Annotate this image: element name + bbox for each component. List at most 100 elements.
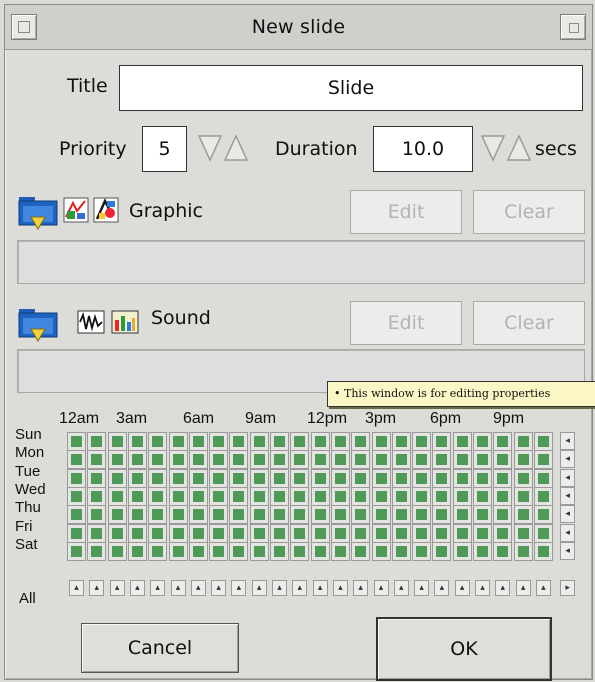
select-column-arrow-icon[interactable]: ▴ [69, 580, 84, 597]
schedule-cell[interactable] [127, 450, 147, 470]
select-row-arrow-icon[interactable]: ◂ [560, 486, 576, 505]
schedule-cell[interactable] [87, 450, 107, 470]
schedule-cell[interactable] [229, 541, 249, 561]
schedule-cell[interactable] [107, 432, 127, 451]
schedule-cell[interactable] [493, 523, 513, 543]
select-row-arrow-icon[interactable]: ◂ [560, 432, 576, 450]
schedule-cell[interactable] [310, 523, 330, 543]
schedule-cell[interactable] [513, 450, 533, 470]
select-column-arrow-icon[interactable]: ▴ [272, 580, 287, 597]
schedule-cell[interactable] [209, 505, 229, 525]
schedule-cell[interactable] [412, 523, 432, 543]
schedule-cell[interactable] [310, 450, 330, 470]
schedule-cell[interactable] [249, 468, 269, 488]
select-column-arrow-icon[interactable]: ▴ [393, 580, 409, 597]
schedule-cell[interactable] [168, 486, 188, 506]
title-bar[interactable]: New slide [5, 5, 592, 50]
graphic-edit-button[interactable]: Edit [350, 190, 462, 234]
schedule-cell[interactable] [473, 486, 492, 506]
schedule-cell[interactable] [107, 505, 127, 525]
schedule-cell[interactable] [249, 505, 269, 525]
select-column-arrow-icon[interactable]: ▴ [231, 580, 247, 597]
schedule-cell[interactable] [432, 523, 452, 543]
schedule-cell[interactable] [127, 523, 147, 543]
schedule-cell[interactable] [67, 541, 86, 561]
select-column-arrow-icon[interactable]: ▴ [515, 580, 531, 597]
select-column-arrow-icon[interactable]: ▴ [434, 580, 450, 597]
schedule-cell[interactable] [270, 432, 289, 451]
schedule-cell[interactable] [351, 450, 371, 470]
schedule-cell[interactable] [330, 523, 350, 543]
schedule-cell[interactable] [432, 505, 452, 525]
music-score-icon[interactable] [111, 310, 139, 334]
schedule-cell[interactable] [67, 432, 86, 451]
schedule-cell[interactable] [432, 541, 452, 561]
select-row-arrow-icon[interactable]: ◂ [560, 541, 576, 560]
schedule-cell[interactable] [290, 523, 310, 543]
schedule-cell[interactable] [249, 432, 269, 451]
select-column-arrow-icon[interactable]: ▴ [89, 580, 105, 597]
schedule-cell[interactable] [432, 450, 452, 470]
schedule-cell[interactable] [87, 468, 107, 488]
schedule-cell[interactable] [473, 432, 492, 451]
schedule-cell[interactable] [310, 432, 330, 451]
schedule-cell[interactable] [391, 450, 411, 470]
schedule-cell[interactable] [249, 541, 269, 561]
schedule-cell[interactable] [452, 486, 472, 506]
select-column-arrow-icon[interactable]: ▴ [373, 580, 389, 597]
ok-button[interactable]: OK [376, 617, 552, 681]
schedule-cell[interactable] [310, 468, 330, 488]
schedule-cell[interactable] [371, 468, 391, 488]
schedule-cell[interactable] [452, 505, 472, 525]
schedule-cell[interactable] [87, 541, 107, 561]
schedule-cell[interactable] [87, 432, 107, 451]
schedule-cell[interactable] [533, 541, 553, 561]
select-column-arrow-icon[interactable]: ▴ [414, 580, 430, 597]
schedule-cell[interactable] [473, 468, 492, 488]
schedule-cell[interactable] [188, 541, 208, 561]
select-column-arrow-icon[interactable]: ▴ [353, 580, 369, 597]
schedule-cell[interactable] [351, 486, 371, 506]
schedule-cell[interactable] [513, 541, 533, 561]
schedule-cell[interactable] [229, 468, 249, 488]
schedule-cell[interactable] [473, 505, 492, 525]
schedule-cell[interactable] [513, 505, 533, 525]
schedule-cell[interactable] [209, 541, 229, 561]
select-column-arrow-icon[interactable]: ▴ [332, 580, 348, 597]
schedule-cell[interactable] [127, 541, 147, 561]
schedule-cell[interactable] [330, 450, 350, 470]
schedule-cell[interactable] [148, 450, 168, 470]
schedule-cell[interactable] [67, 523, 86, 543]
schedule-cell[interactable] [391, 468, 411, 488]
schedule-cell[interactable] [67, 505, 86, 525]
schedule-cell[interactable] [188, 468, 208, 488]
schedule-cell[interactable] [148, 541, 168, 561]
schedule-cell[interactable] [371, 541, 391, 561]
schedule-cell[interactable] [148, 505, 168, 525]
schedule-cell[interactable] [67, 450, 86, 470]
schedule-cell[interactable] [391, 486, 411, 506]
schedule-cell[interactable] [493, 468, 513, 488]
schedule-cell[interactable] [290, 505, 310, 525]
schedule-cell[interactable] [371, 432, 391, 451]
schedule-cell[interactable] [493, 541, 513, 561]
schedule-cell[interactable] [351, 541, 371, 561]
schedule-cell[interactable] [148, 523, 168, 543]
select-all-arrow-icon[interactable]: ▸ [560, 580, 576, 597]
select-column-arrow-icon[interactable]: ▴ [211, 580, 227, 597]
schedule-cell[interactable] [127, 505, 147, 525]
schedule-cell[interactable] [188, 505, 208, 525]
cancel-button[interactable]: Cancel [81, 623, 239, 673]
schedule-cell[interactable] [249, 486, 269, 506]
select-column-arrow-icon[interactable]: ▴ [535, 580, 551, 597]
schedule-cell[interactable] [371, 486, 391, 506]
schedule-cell[interactable] [168, 450, 188, 470]
schedule-cell[interactable] [168, 541, 188, 561]
duration-field[interactable]: 10.0 [373, 126, 473, 172]
schedule-cell[interactable] [107, 450, 127, 470]
select-row-arrow-icon[interactable]: ◂ [560, 505, 576, 524]
schedule-cell[interactable] [209, 523, 229, 543]
select-column-arrow-icon[interactable]: ▴ [109, 580, 125, 597]
sound-clear-button[interactable]: Clear [473, 301, 585, 345]
schedule-cell[interactable] [391, 523, 411, 543]
